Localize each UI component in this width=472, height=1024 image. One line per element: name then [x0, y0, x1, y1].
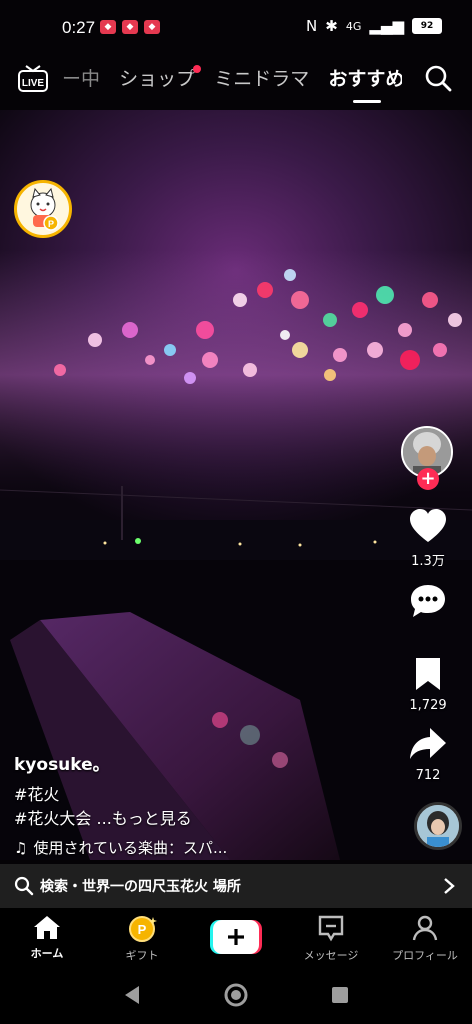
- notification-app-icon: ◆: [100, 20, 116, 34]
- hashtag-festival[interactable]: #花火大会: [14, 809, 91, 828]
- video-caption: kyosuke。 #花火 #花火大会 ...もっと見る ♫ 使用されている楽曲：…: [14, 750, 394, 858]
- nav-messages[interactable]: メッセージ: [291, 914, 371, 963]
- nav-messages-label: メッセージ: [303, 949, 359, 962]
- recents-icon[interactable]: [330, 985, 350, 1005]
- status-right: N ✱ 4G ▂▄▆ 92: [306, 18, 442, 34]
- comment-icon: [411, 585, 445, 617]
- hashtag-fireworks[interactable]: #花火: [14, 783, 394, 807]
- home-icon: [34, 916, 60, 939]
- lucky-cat-icon: P: [30, 187, 59, 231]
- tab-mini-drama[interactable]: ミニドラマ: [214, 64, 309, 91]
- like-button[interactable]: 1.3万: [392, 508, 464, 569]
- home-circle-icon[interactable]: [223, 982, 249, 1008]
- active-tab-indicator: [353, 100, 381, 103]
- related-search-text: 検索・世界一の四尺玉花火 場所: [40, 879, 241, 895]
- caption-line: #花火大会 ...もっと見る: [14, 807, 394, 831]
- svg-text:P: P: [138, 922, 147, 937]
- chevron-right-icon: [444, 878, 455, 894]
- gift-coin-icon: P: [129, 916, 157, 942]
- see-more-link[interactable]: ...もっと見る: [97, 809, 192, 828]
- live-icon[interactable]: LIVE: [18, 64, 48, 92]
- tab-partial[interactable]: ー中: [62, 64, 100, 91]
- system-nav-bar: [0, 966, 472, 1024]
- status-bar: 0:27 ◆ ◆ ◆ N ✱ 4G ▂▄▆ 92: [0, 0, 472, 56]
- music-note-icon: ♫: [14, 838, 28, 857]
- music-title: 使用されている楽曲：スパ...: [33, 839, 228, 857]
- status-time: 0:27: [62, 18, 96, 37]
- follow-button[interactable]: +: [417, 468, 439, 490]
- back-icon[interactable]: [122, 984, 142, 1006]
- nav-profile[interactable]: プロフィール: [385, 914, 465, 963]
- related-search-bar[interactable]: 検索・世界一の四尺玉花火 場所: [0, 864, 472, 908]
- notification-app-icon-2: ◆: [122, 20, 138, 34]
- share-count: 712: [415, 768, 441, 783]
- music-cover-image: [417, 805, 459, 847]
- live-label: LIVE: [22, 78, 45, 89]
- network-type: 4G: [345, 19, 362, 33]
- nav-gift[interactable]: P ギフト: [102, 914, 182, 963]
- save-count: 1,729: [409, 698, 447, 713]
- heart-icon: [410, 509, 446, 542]
- tab-for-you[interactable]: おすすめ: [328, 64, 402, 91]
- save-button[interactable]: 1,729: [392, 656, 464, 713]
- svg-text:P: P: [48, 219, 54, 229]
- bottom-nav: ホーム P ギフト メッセージ プロフィール: [0, 908, 472, 966]
- nav-home[interactable]: ホーム: [7, 914, 87, 961]
- search-small-icon: [14, 876, 34, 896]
- notification-icons: ◆ ◆ ◆: [100, 20, 160, 34]
- share-button[interactable]: 712: [392, 726, 464, 783]
- feed-tabs: ー中 ショップ ミニドラマ おすすめ: [60, 64, 402, 94]
- create-button[interactable]: [210, 920, 262, 954]
- notification-app-icon-3: ◆: [144, 20, 160, 34]
- bookmark-icon: [416, 658, 440, 690]
- like-count: 1.3万: [411, 554, 445, 569]
- inbox-icon: [318, 915, 344, 942]
- bluetooth-icon: ✱: [325, 17, 338, 35]
- creator-username[interactable]: kyosuke。: [14, 750, 394, 775]
- notification-dot: [193, 65, 202, 73]
- nav-gift-label: ギフト: [125, 949, 159, 962]
- share-icon: [410, 728, 446, 759]
- music-row[interactable]: ♫ 使用されている楽曲：スパ...: [14, 837, 394, 858]
- comment-button[interactable]: [392, 582, 464, 624]
- search-icon[interactable]: [424, 64, 452, 92]
- tab-shop-label: ショップ: [119, 68, 196, 90]
- nav-home-label: ホーム: [30, 947, 64, 960]
- nfc-icon: N: [306, 17, 318, 35]
- campaign-badge[interactable]: P: [14, 180, 72, 238]
- nav-profile-label: プロフィール: [392, 949, 458, 962]
- profile-icon: [412, 915, 438, 941]
- battery-indicator: 92: [412, 18, 442, 34]
- signal-icon: ▂▄▆: [369, 17, 404, 35]
- top-nav: LIVE ー中 ショップ ミニドラマ おすすめ: [0, 56, 472, 106]
- tab-shop[interactable]: ショップ: [119, 64, 202, 91]
- music-disc[interactable]: [414, 802, 462, 850]
